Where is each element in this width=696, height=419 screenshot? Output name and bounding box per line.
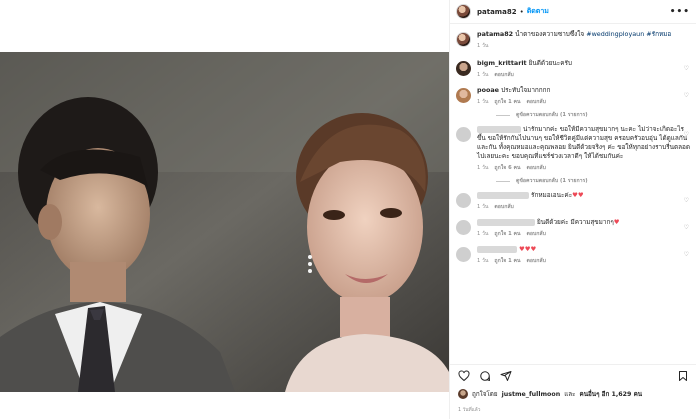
post-header: patama82 • ติดตาม ••• <box>450 0 696 24</box>
comment-item: ♥♥♥ 1 วัน ถูกใจ 1 คน ตอบกลับ ♡ <box>456 245 691 266</box>
comment-username[interactable]: bigm_krittarit <box>477 59 527 67</box>
caption-text: น้ำตาของความซาบซึ้งใจ <box>515 30 585 38</box>
blurred-username <box>477 125 521 133</box>
liked-user[interactable]: justme_fullmoon <box>502 391 561 398</box>
post-sidebar: patama82 • ติดตาม ••• patama82 น้ำตาของค… <box>449 0 696 419</box>
liker-avatar[interactable] <box>458 389 468 399</box>
more-options-icon[interactable]: ••• <box>670 7 690 17</box>
separator-dot: • <box>519 7 524 16</box>
comment-time: 1 วัน <box>477 165 489 171</box>
like-comment-icon[interactable]: ♡ <box>684 197 689 204</box>
like-comment-icon[interactable]: ♡ <box>684 92 689 99</box>
comment-item: bigm_krittarit ยินดีด้วยนะครับ 1 วัน ตอบก… <box>456 59 691 80</box>
comment-item: ยินดีด้วยค่ะ มีความสุขมากๆ♥ 1 วัน ถูกใจ 1… <box>456 218 691 239</box>
reply-button[interactable]: ตอบกลับ <box>527 98 546 107</box>
comment-item: น่ารักมากค่ะ ขอให้มีความสุขมากๆ นะคะ ไม่… <box>456 125 691 173</box>
heart-emoji: ♥♥ <box>572 191 584 199</box>
caption-time: 1 วัน <box>477 43 489 49</box>
comment-time: 1 วัน <box>477 99 489 105</box>
liked-others[interactable]: คนอื่นๆ อีก 1,629 คน <box>580 389 643 399</box>
view-replies-button[interactable]: ดูข้อความตอบกลับ (1 รายการ) <box>496 111 691 119</box>
comment-item: pooae ประทับใจมากกกก 1 วัน ถูกใจ 1 คน ตอบก… <box>456 86 691 107</box>
heart-icon[interactable] <box>458 369 470 382</box>
caption-tags[interactable]: #weddingployaun #รักหมอ <box>586 30 671 38</box>
post-photo[interactable] <box>0 52 449 392</box>
comment-text: ยินดีด้วยค่ะ มีความสุขมากๆ <box>537 218 614 226</box>
comment-time: 1 วัน <box>477 72 489 78</box>
comment-likes[interactable]: ถูกใจ 1 คน <box>494 98 520 107</box>
comment-icon[interactable] <box>479 370 491 382</box>
blurred-username <box>477 191 529 199</box>
avatar[interactable] <box>456 32 471 47</box>
share-icon[interactable] <box>500 370 512 382</box>
avatar[interactable] <box>456 127 471 142</box>
like-comment-icon[interactable]: ♡ <box>684 131 689 138</box>
comment-likes[interactable]: ถูกใจ 6 คน <box>494 164 520 173</box>
comments-list[interactable]: patama82 น้ำตาของความซาบซึ้งใจ #weddingp… <box>450 30 696 360</box>
caption-username[interactable]: patama82 <box>477 30 513 38</box>
heart-emoji: ♥♥♥ <box>519 245 537 253</box>
comment-item: รักหมอเอนะค่ะ♥♥ 1 วัน ตอบกลับ ♡ <box>456 191 691 212</box>
comment-likes[interactable]: ถูกใจ 1 คน <box>494 257 520 266</box>
wedding-photo-image <box>0 52 449 392</box>
likes-summary: ถูกใจโดย justme_fullmoon และ คนอื่นๆ อีก… <box>458 389 642 399</box>
reply-button[interactable]: ตอบกลับ <box>527 230 546 239</box>
post-actions-bar <box>450 364 696 382</box>
blurred-username <box>477 218 535 226</box>
caption: patama82 น้ำตาของความซาบซึ้งใจ #weddingp… <box>456 30 691 51</box>
photo-pane <box>0 0 449 419</box>
heart-emoji: ♥ <box>613 218 620 226</box>
reply-button[interactable]: ตอบกลับ <box>494 71 513 80</box>
comment-likes[interactable]: ถูกใจ 1 คน <box>494 230 520 239</box>
like-comment-icon[interactable]: ♡ <box>684 224 689 231</box>
author-username[interactable]: patama82 <box>477 8 517 16</box>
follow-button[interactable]: ติดตาม <box>527 6 549 17</box>
comment-time: 1 วัน <box>477 258 489 264</box>
avatar[interactable] <box>456 61 471 76</box>
comment-username[interactable]: pooae <box>477 86 499 94</box>
comment-text: ประทับใจมากกกก <box>501 86 551 94</box>
comment-text: รักหมอเอนะค่ะ <box>531 191 573 199</box>
blurred-username <box>477 245 517 253</box>
avatar[interactable] <box>456 4 471 19</box>
reply-button[interactable]: ตอบกลับ <box>527 164 546 173</box>
like-comment-icon[interactable]: ♡ <box>684 65 689 72</box>
reply-button[interactable]: ตอบกลับ <box>494 203 513 212</box>
bookmark-icon[interactable] <box>677 370 689 382</box>
avatar[interactable] <box>456 247 471 262</box>
avatar[interactable] <box>456 220 471 235</box>
liked-and: และ <box>564 391 576 398</box>
view-replies-button[interactable]: ดูข้อความตอบกลับ (1 รายการ) <box>496 177 691 185</box>
avatar[interactable] <box>456 193 471 208</box>
avatar[interactable] <box>456 88 471 103</box>
comment-time: 1 วัน <box>477 204 489 210</box>
like-comment-icon[interactable]: ♡ <box>684 251 689 258</box>
comment-text: ยินดีด้วยนะครับ <box>528 59 572 67</box>
post-timestamp: 1 วันที่แล้ว <box>458 408 481 413</box>
comment-time: 1 วัน <box>477 231 489 237</box>
reply-button[interactable]: ตอบกลับ <box>527 257 546 266</box>
liked-prefix: ถูกใจโดย <box>472 391 498 398</box>
